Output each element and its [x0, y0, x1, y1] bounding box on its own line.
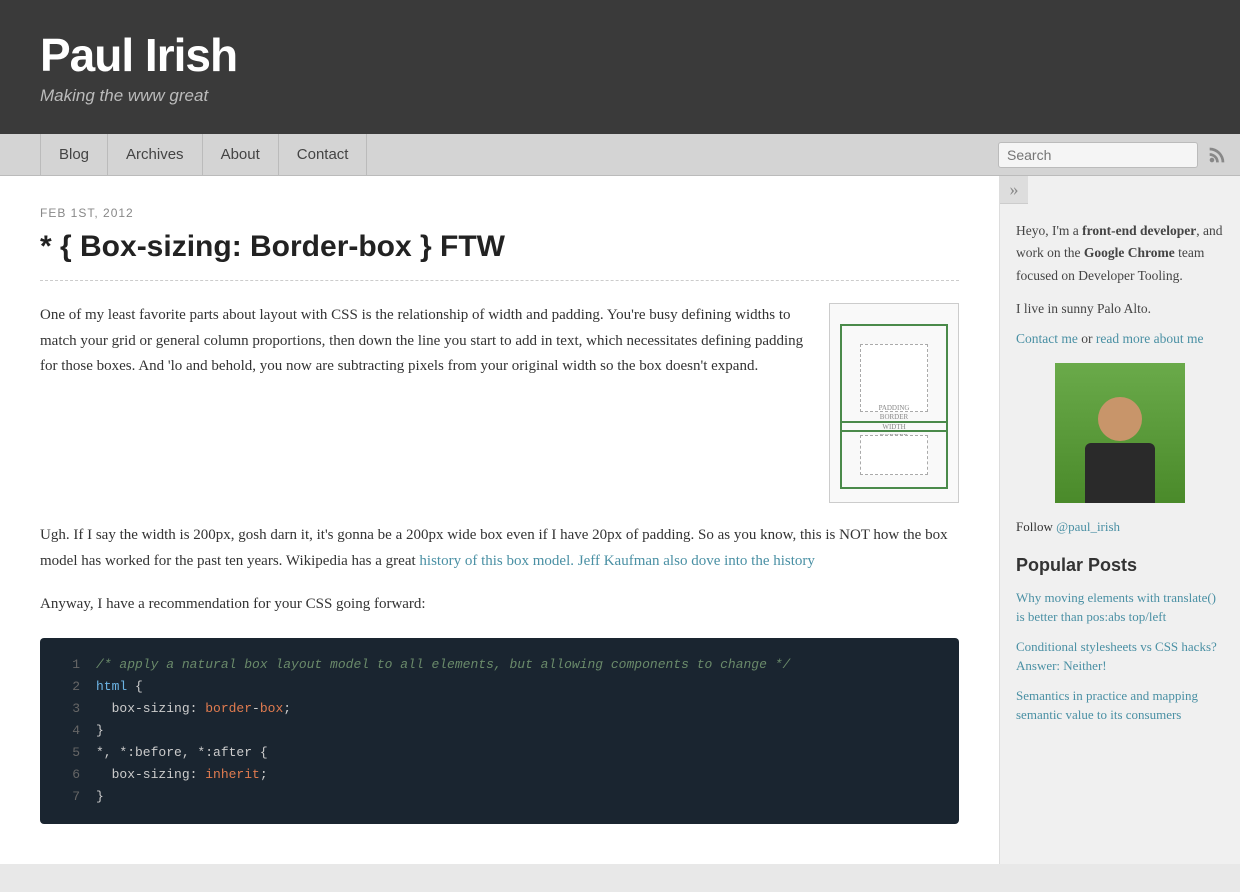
main-content: FEB 1ST, 2012 * { Box-sizing: Border-box…	[0, 176, 1000, 864]
post-date: FEB 1ST, 2012	[40, 206, 959, 220]
post-paragraph-1: One of my least favorite parts about lay…	[40, 303, 805, 503]
sidebar: » Heyo, I'm a front-end developer, and w…	[1000, 176, 1240, 864]
sidebar-follow: Follow @paul_irish	[1016, 519, 1224, 535]
post-divider	[40, 280, 959, 281]
popular-post-item: Conditional stylesheets vs CSS hacks? An…	[1016, 637, 1224, 676]
popular-post-item: Why moving elements with translate() is …	[1016, 588, 1224, 627]
search-input[interactable]	[998, 142, 1198, 168]
nav-item-contact[interactable]: Contact	[279, 134, 368, 176]
popular-post-item: Semantics in practice and mapping semant…	[1016, 686, 1224, 725]
nav-search-area	[998, 142, 1240, 168]
post-title: * { Box-sizing: Border-box } FTW	[40, 230, 959, 264]
contact-link[interactable]: Contact me	[1016, 331, 1078, 346]
popular-post-link-1[interactable]: Why moving elements with translate() is …	[1016, 590, 1216, 625]
code-line-1: 1 /* apply a natural box layout model to…	[40, 654, 959, 676]
popular-posts-title: Popular Posts	[1016, 555, 1224, 576]
sidebar-toggle[interactable]: »	[1000, 176, 1028, 204]
box-model-diagram: PADDINGBORDERWIDTHBORDERPADDING	[829, 303, 959, 503]
content-wrapper: FEB 1ST, 2012 * { Box-sizing: Border-box…	[0, 176, 1240, 864]
sidebar-content: Heyo, I'm a front-end developer, and wor…	[1000, 204, 1240, 755]
code-line-3: 3 box-sizing: border-box;	[40, 698, 959, 720]
sidebar-bio: Heyo, I'm a front-end developer, and wor…	[1016, 220, 1224, 287]
site-title: Paul Irish	[40, 28, 1200, 82]
avatar	[1055, 363, 1185, 503]
code-line-7: 7 }	[40, 786, 959, 808]
history-link[interactable]: history of this box model.	[419, 553, 574, 569]
popular-post-link-3[interactable]: Semantics in practice and mapping semant…	[1016, 688, 1198, 723]
site-header: Paul Irish Making the www great	[0, 0, 1240, 134]
nav-item-about[interactable]: About	[203, 134, 279, 176]
site-subtitle: Making the www great	[40, 86, 1200, 106]
rss-icon[interactable]	[1206, 144, 1228, 166]
post-intro: One of my least favorite parts about lay…	[40, 303, 959, 503]
code-line-2: 2 html {	[40, 676, 959, 698]
sidebar-location: I live in sunny Palo Alto.	[1016, 301, 1224, 317]
nav-item-archives[interactable]: Archives	[108, 134, 203, 176]
sidebar-contact-line: Contact me or read more about me	[1016, 331, 1224, 347]
post-paragraph-2: Ugh. If I say the width is 200px, gosh d…	[40, 523, 959, 574]
code-line-5: 5 *, *:before, *:after {	[40, 742, 959, 764]
nav-item-blog[interactable]: Blog	[40, 134, 108, 176]
code-block: 1 /* apply a natural box layout model to…	[40, 638, 959, 825]
code-line-6: 6 box-sizing: inherit;	[40, 764, 959, 786]
twitter-follow-link[interactable]: @paul_irish	[1056, 519, 1120, 534]
read-more-link[interactable]: read more about me	[1096, 331, 1204, 346]
code-line-4: 4 }	[40, 720, 959, 742]
jeff-kaufman-link[interactable]: Jeff Kaufman also dove into the history	[578, 553, 815, 569]
popular-post-link-2[interactable]: Conditional stylesheets vs CSS hacks? An…	[1016, 639, 1217, 674]
post-paragraph-3: Anyway, I have a recommendation for your…	[40, 592, 959, 618]
site-nav: Blog Archives About Contact	[0, 134, 1240, 176]
popular-posts-list: Why moving elements with translate() is …	[1016, 588, 1224, 725]
